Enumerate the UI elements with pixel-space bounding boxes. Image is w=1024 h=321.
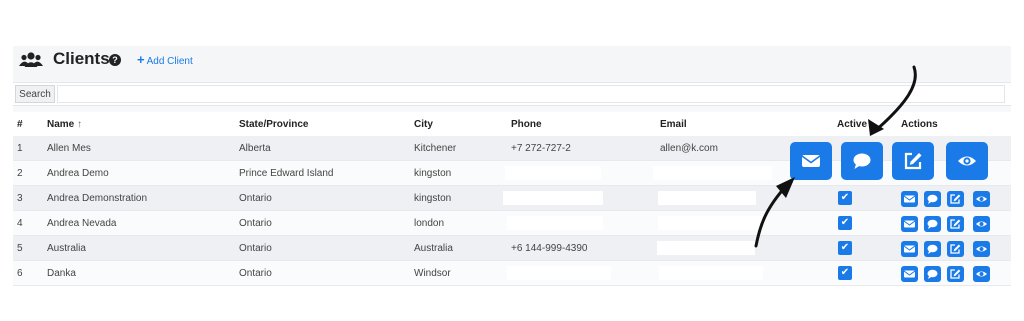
arrow-icon	[868, 65, 917, 136]
arrow-icon	[754, 177, 795, 248]
annotation-arrows	[754, 65, 917, 248]
